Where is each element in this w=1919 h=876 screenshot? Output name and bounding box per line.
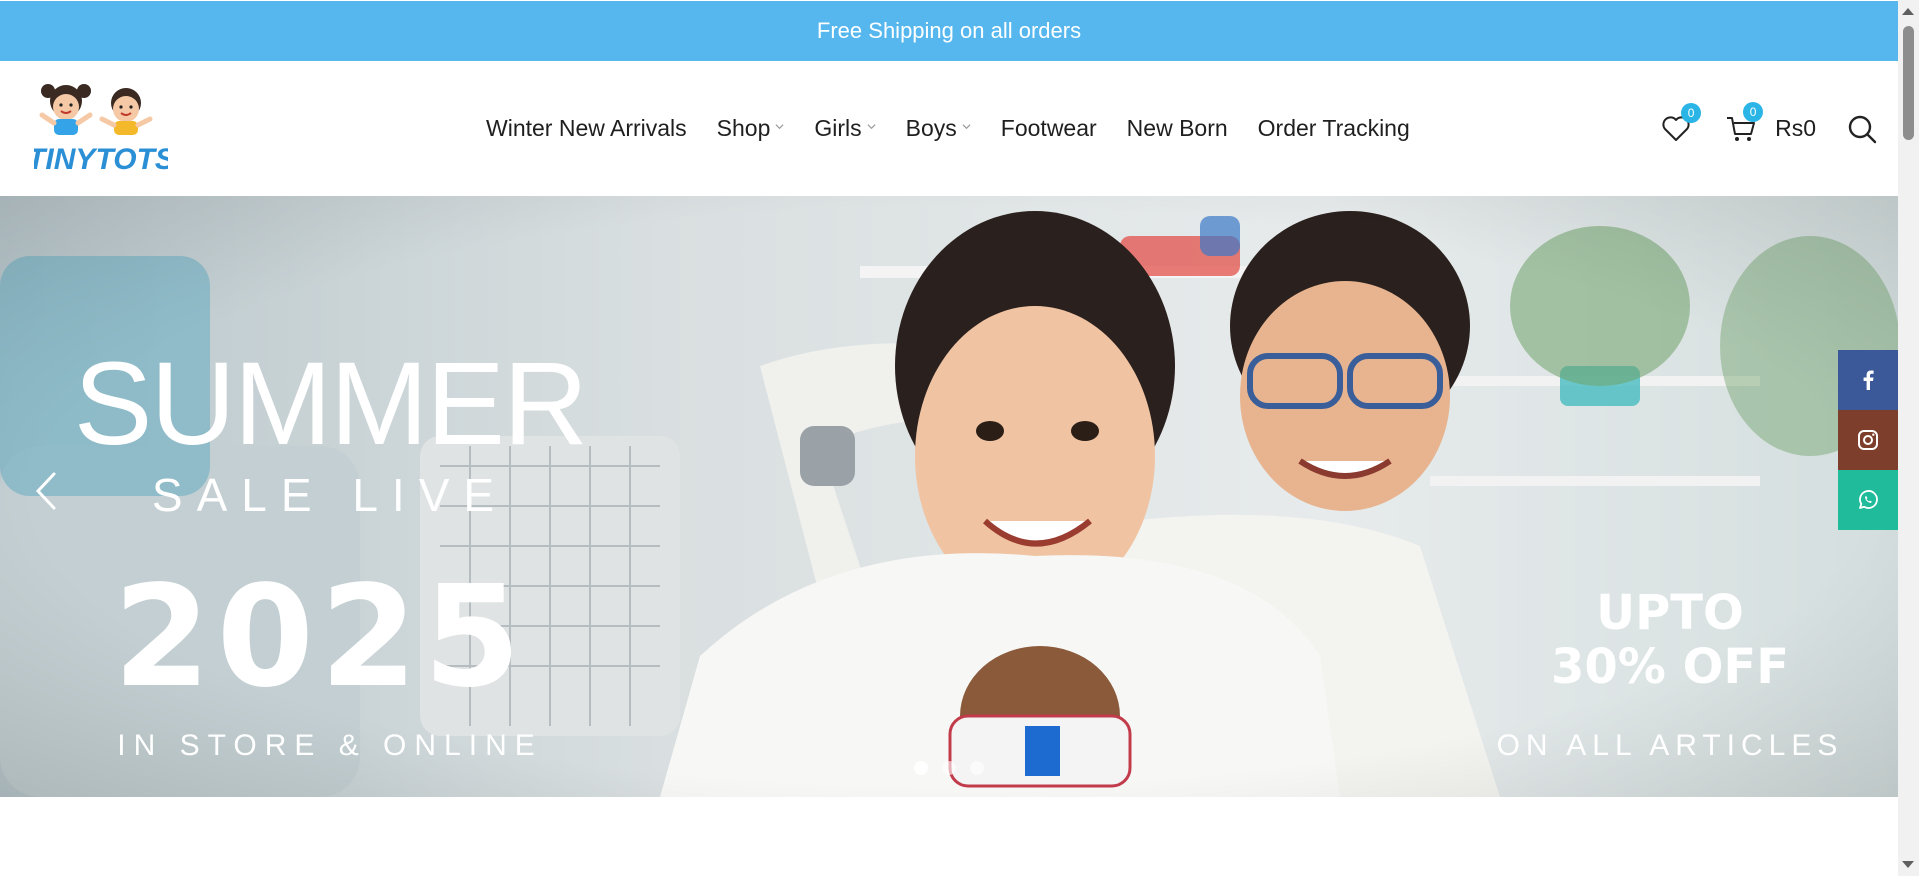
site-header: TINYTOTS Winter New Arrivals Shop Girls … [0,61,1898,196]
hero-offer-line1: UPTO [1596,585,1744,641]
wishlist-button[interactable]: 0 [1661,102,1702,143]
nav-label: Girls [814,115,862,141]
nav-item-order-tracking[interactable]: Order Tracking [1258,115,1410,142]
main-nav: Winter New Arrivals Shop Girls Boys Foot… [486,61,1440,196]
hero-title: SUMMER [73,338,588,470]
slider-prev-button[interactable] [30,466,62,516]
nav-label: Shop [716,115,771,141]
hero-offer-line2: 30% OFF [1551,639,1789,695]
nav-item-footwear[interactable]: Footwear [1001,115,1097,142]
whatsapp-link[interactable] [1838,470,1898,530]
chevron-down-icon [775,124,784,130]
nav-label: Order Tracking [1257,115,1410,141]
scroll-down-arrow-icon[interactable] [1902,861,1914,868]
slider-dot[interactable] [914,761,928,775]
page: Free Shipping on all orders TINYTOTS Win… [0,0,1919,876]
scrollbar-thumb[interactable] [1903,26,1914,140]
nav-item-boys[interactable]: Boys [906,115,971,142]
nav-item-girls[interactable]: Girls [814,115,876,142]
logo[interactable]: TINYTOTS [27,77,175,177]
logo-image: TINYTOTS [27,84,175,176]
nav-item-shop[interactable]: Shop [717,115,785,142]
search-button[interactable] [1846,113,1878,145]
chevron-down-icon [962,124,971,130]
cart-count-badge: 0 [1743,101,1764,122]
page-scrollbar[interactable] [1898,0,1919,876]
social-sidebar [1838,350,1898,530]
facebook-icon [1863,370,1874,390]
nav-item-new-born[interactable]: New Born [1127,115,1228,142]
instagram-link[interactable] [1838,410,1898,470]
chevron-left-icon [35,472,56,510]
facebook-link[interactable] [1838,350,1898,410]
hero-offer: UPTO 30% OFF [1530,586,1810,694]
chevron-down-icon [867,124,876,130]
hero-subtitle: SALE LIVE [151,469,509,521]
announcement-bar: Free Shipping on all orders [0,1,1898,61]
nav-label: New Born [1126,115,1228,141]
announcement-text: Free Shipping on all orders [816,18,1082,43]
cart-button[interactable]: 0 [1725,101,1764,144]
hero-offer-subtitle: ON ALL ARTICLES [1496,729,1844,762]
search-icon [1848,115,1877,143]
logo-text: TINYTOTS [34,143,168,176]
instagram-icon [1858,430,1878,450]
slider-dot[interactable] [942,761,956,775]
cart-total[interactable]: Rs0 [1775,115,1816,142]
wishlist-count-badge: 0 [1681,102,1702,123]
slider-dots [914,761,984,775]
slider-dot[interactable] [970,761,984,775]
hero-banner[interactable]: SUMMER SALE LIVE 2025 IN STORE & ONLINE … [0,196,1898,797]
nav-label: Winter New Arrivals [486,115,687,141]
nav-item-winter-new-arrivals[interactable]: Winter New Arrivals [486,115,687,142]
nav-label: Footwear [1000,115,1097,141]
nav-label: Boys [905,115,957,141]
scroll-up-arrow-icon[interactable] [1902,8,1914,15]
header-tools: 0 0 Rs0 [1661,61,1878,196]
hero-year: 2025 [113,556,527,719]
whatsapp-icon [1859,490,1878,509]
hero-tagline: IN STORE & ONLINE [117,729,543,762]
